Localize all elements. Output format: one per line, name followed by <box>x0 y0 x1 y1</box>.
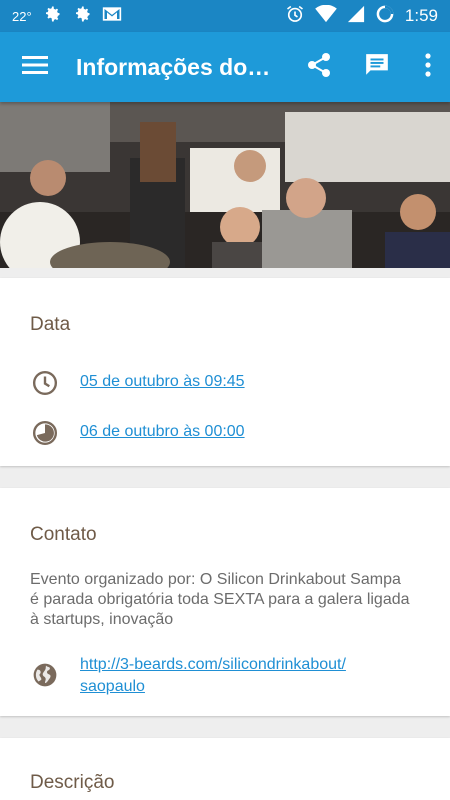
description-section-title: Descrição <box>30 772 115 793</box>
app-bar: Informações do evento <box>0 32 450 102</box>
end-date-row[interactable]: 06 de outubro às 00:00 <box>30 418 245 448</box>
start-date-link[interactable]: 05 de outubro às 09:45 <box>80 371 245 393</box>
website-link-line2[interactable]: saopaulo <box>80 676 346 698</box>
gmail-icon <box>102 5 122 27</box>
contact-section-title: Contato <box>30 524 97 545</box>
status-bar: 22° 1:59 <box>0 0 450 32</box>
website-link-line1[interactable]: http://3-beards.com/silicondrinkabout/ <box>80 654 346 676</box>
settings-gear-icon <box>42 4 62 28</box>
menu-button[interactable] <box>0 32 70 102</box>
description-card: Descrição <box>0 738 450 800</box>
temperature-text: 22° <box>12 8 32 24</box>
settings-gear-icon <box>72 4 92 28</box>
organizer-description: Evento organizado por: O Silicon Drinkab… <box>30 571 410 628</box>
event-photo <box>0 102 450 268</box>
clock-text: 1:59 <box>404 6 438 25</box>
clock-icon <box>30 368 60 398</box>
comment-icon <box>364 52 390 83</box>
more-vert-icon <box>425 52 431 82</box>
alarm-icon <box>285 4 305 28</box>
more-options-button[interactable] <box>406 32 450 102</box>
date-card: Data 05 de outubro às 09:45 06 de outubr… <box>0 278 450 466</box>
page-title: Informações do evento <box>76 53 276 80</box>
date-section-title: Data <box>30 314 71 335</box>
share-icon <box>307 52 331 83</box>
comment-button[interactable] <box>348 32 406 102</box>
signal-icon <box>347 5 365 27</box>
share-button[interactable] <box>290 32 348 102</box>
clock-end-icon <box>30 418 60 448</box>
website-row[interactable]: http://3-beards.com/silicondrinkabout/ s… <box>30 654 346 698</box>
end-date-link[interactable]: 06 de outubro às 00:00 <box>80 421 245 443</box>
menu-icon <box>22 55 48 80</box>
wifi-icon <box>315 4 337 27</box>
globe-icon <box>30 660 60 690</box>
website-link[interactable]: http://3-beards.com/silicondrinkabout/ s… <box>80 654 346 698</box>
sync-circle-icon <box>375 4 395 28</box>
contact-card: Contato Evento organizado por: O Silicon… <box>0 488 450 716</box>
start-date-row[interactable]: 05 de outubro às 09:45 <box>30 368 245 398</box>
